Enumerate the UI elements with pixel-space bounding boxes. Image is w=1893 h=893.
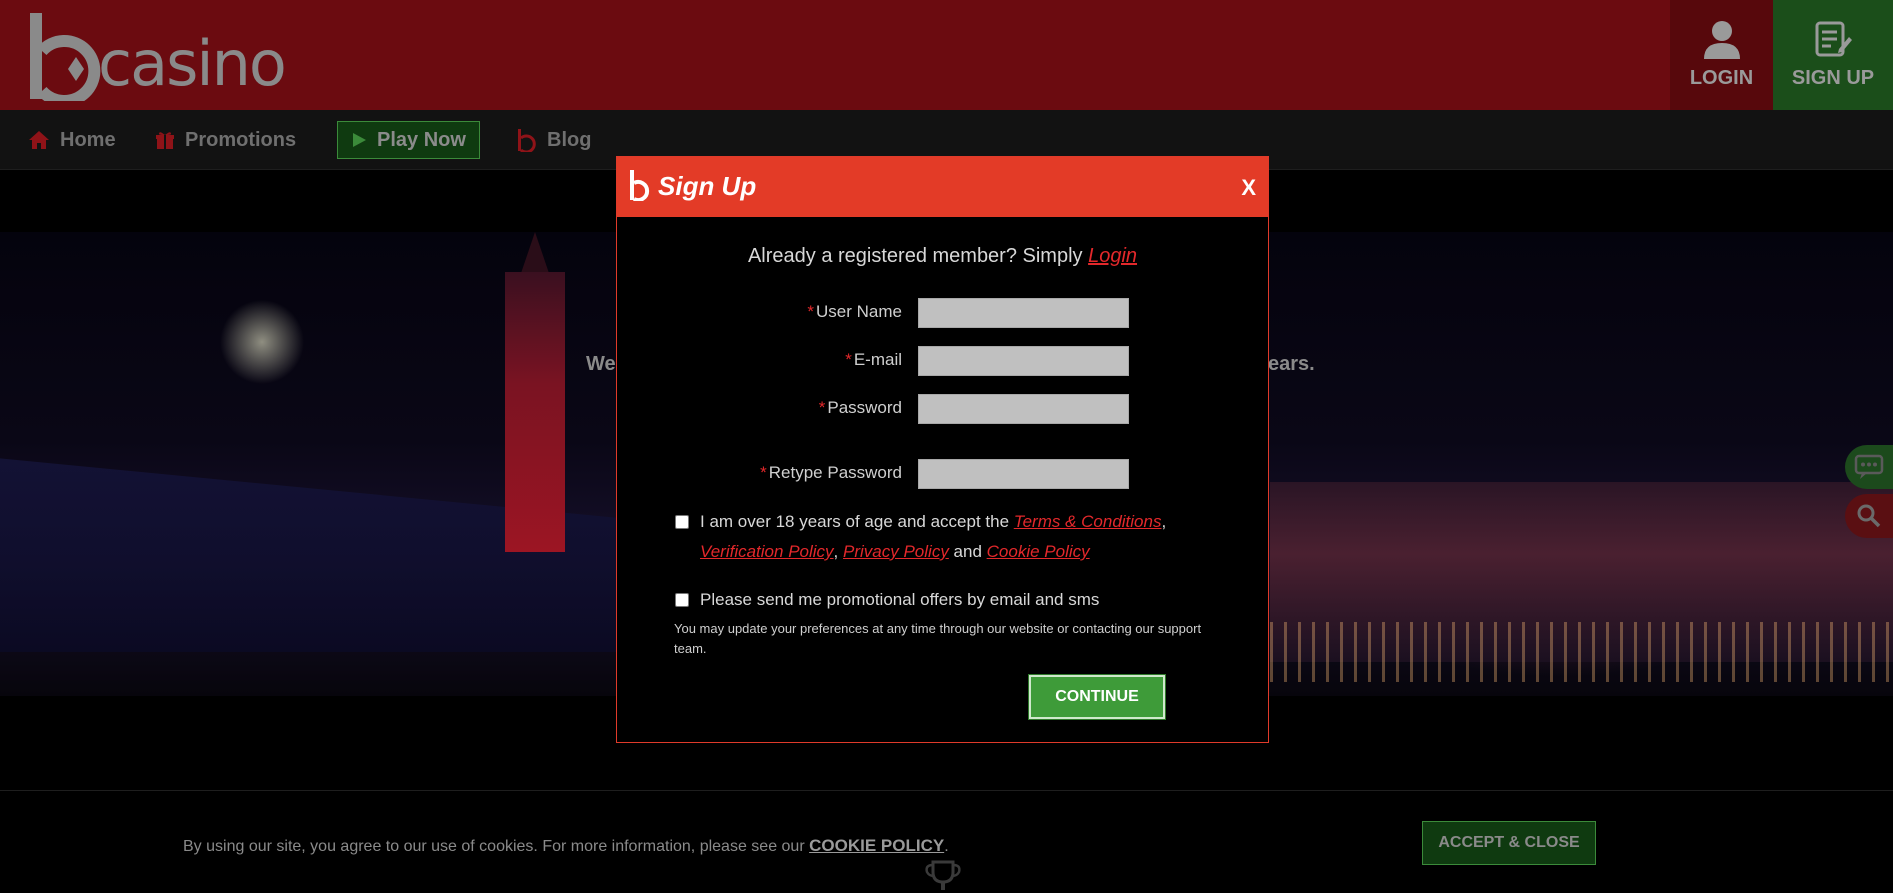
preferences-note: You may update your preferences at any t… xyxy=(674,621,1202,656)
login-label: LOGIN xyxy=(1689,67,1754,89)
email-input[interactable] xyxy=(918,346,1129,376)
continue-button[interactable]: CONTINUE xyxy=(1028,674,1166,720)
hero-text-left: We xyxy=(586,353,616,375)
terms-comma-1: , xyxy=(1161,512,1167,531)
retype-password-label: * Retype Password xyxy=(760,463,902,482)
modal-title: Sign Up xyxy=(658,171,757,201)
gift-icon xyxy=(156,132,174,149)
username-input[interactable] xyxy=(918,298,1129,328)
cookie-notice-text: By using our site, you agree to our use … xyxy=(183,838,810,855)
already-member-text: Already a registered member? Simply Logi… xyxy=(617,245,1268,268)
hero-text-right: ears. xyxy=(1268,353,1315,375)
already-member-label: Already a registered member? Simply xyxy=(747,245,1089,267)
site-header: casino LOGIN SIGN UP xyxy=(0,0,1893,110)
username-label: * User Name xyxy=(807,302,902,321)
play-icon xyxy=(353,133,367,147)
nav-blog-label: Blog xyxy=(547,128,592,151)
nav-home-label: Home xyxy=(60,128,116,151)
hero-clock-tower xyxy=(505,272,565,552)
modal-header: Sign Up X xyxy=(617,157,1268,217)
modal-login-link[interactable]: Login xyxy=(1088,245,1137,267)
logo-mark-icon xyxy=(30,13,101,101)
nav-blog[interactable]: Blog xyxy=(517,110,591,170)
terms-and: and xyxy=(948,542,987,561)
signup-button[interactable]: SIGN UP xyxy=(1773,0,1893,110)
terms-conditions-link[interactable]: Terms & Conditions xyxy=(1014,512,1162,531)
form-edit-icon xyxy=(1815,21,1852,57)
chat-icon xyxy=(1854,454,1884,479)
logo-text: casino xyxy=(98,26,287,100)
search-tab[interactable] xyxy=(1845,494,1893,538)
nav-promotions-label: Promotions xyxy=(185,128,297,151)
live-chat-tab[interactable] xyxy=(1845,445,1893,489)
privacy-policy-link[interactable]: Privacy Policy xyxy=(843,542,949,561)
terms-checkbox[interactable] xyxy=(675,515,689,529)
nav-home[interactable]: Home xyxy=(28,110,116,170)
cookie-policy-link[interactable]: COOKIE POLICY xyxy=(809,836,944,855)
nav-play-now-label: Play Now xyxy=(377,128,466,151)
modal-logo-icon xyxy=(630,170,650,201)
nav-play-now-button[interactable]: Play Now xyxy=(337,121,480,159)
signup-label: SIGN UP xyxy=(1791,67,1875,89)
terms-text: I am over 18 years of age and accept the… xyxy=(700,507,1166,567)
site-logo[interactable]: casino xyxy=(28,10,300,102)
promo-checkbox[interactable] xyxy=(675,593,689,607)
login-button[interactable]: LOGIN xyxy=(1670,0,1773,110)
nav-promotions[interactable]: Promotions xyxy=(155,110,296,170)
email-label: * E-mail xyxy=(845,350,902,369)
signup-modal: Sign Up X Already a registered member? S… xyxy=(616,156,1269,743)
cookie-notice: By using our site, you agree to our use … xyxy=(183,836,949,856)
hero-city-lights xyxy=(1270,622,1893,682)
promo-label: Please send me promotional offers by ema… xyxy=(700,590,1100,609)
user-icon xyxy=(1703,21,1740,59)
verification-policy-link[interactable]: Verification Policy xyxy=(700,542,834,561)
cookie-policy-modal-link[interactable]: Cookie Policy xyxy=(987,542,1090,561)
password-input[interactable] xyxy=(918,394,1129,424)
blog-logo-icon xyxy=(518,129,536,152)
page: casino LOGIN SIGN UP Home Promotions Pla… xyxy=(0,0,1893,893)
password-label: * Password xyxy=(818,398,902,417)
terms-comma-2: , xyxy=(833,542,839,561)
footer-divider xyxy=(0,790,1893,791)
home-icon xyxy=(29,131,49,149)
search-icon xyxy=(1857,504,1881,528)
terms-prefix: I am over 18 years of age and accept the xyxy=(700,512,1014,531)
accept-close-button[interactable]: ACCEPT & CLOSE xyxy=(1422,821,1596,865)
modal-close-button[interactable]: X xyxy=(1241,175,1256,201)
retype-password-input[interactable] xyxy=(918,459,1129,489)
cookie-notice-period: . xyxy=(944,838,949,855)
trophy-icon xyxy=(925,860,961,890)
